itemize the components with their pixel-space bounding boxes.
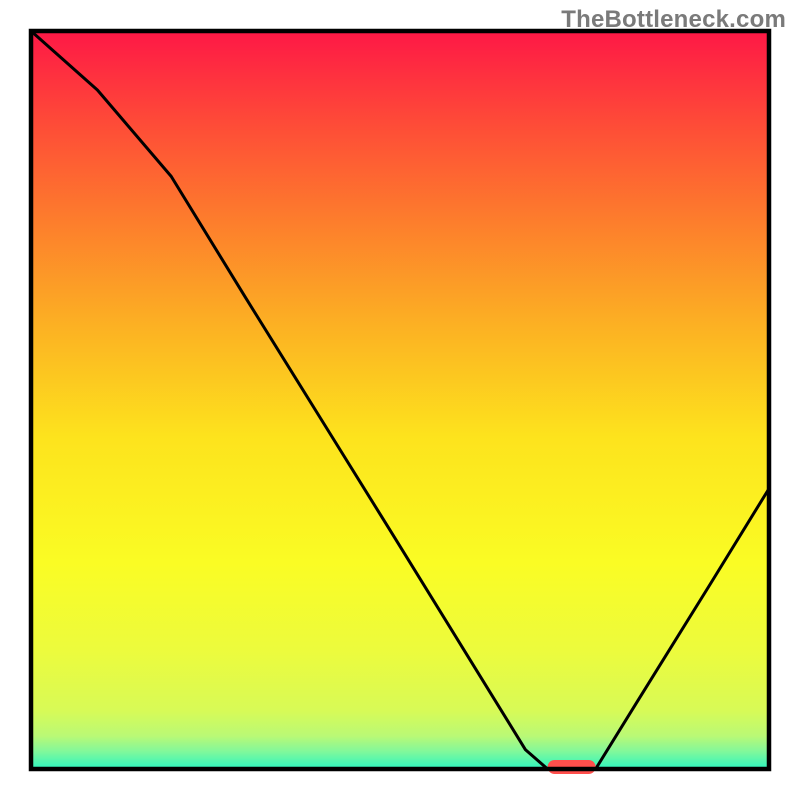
chart-stage: TheBottleneck.com <box>0 0 800 800</box>
watermark-text: TheBottleneck.com <box>561 6 786 34</box>
chart-svg <box>0 0 800 800</box>
